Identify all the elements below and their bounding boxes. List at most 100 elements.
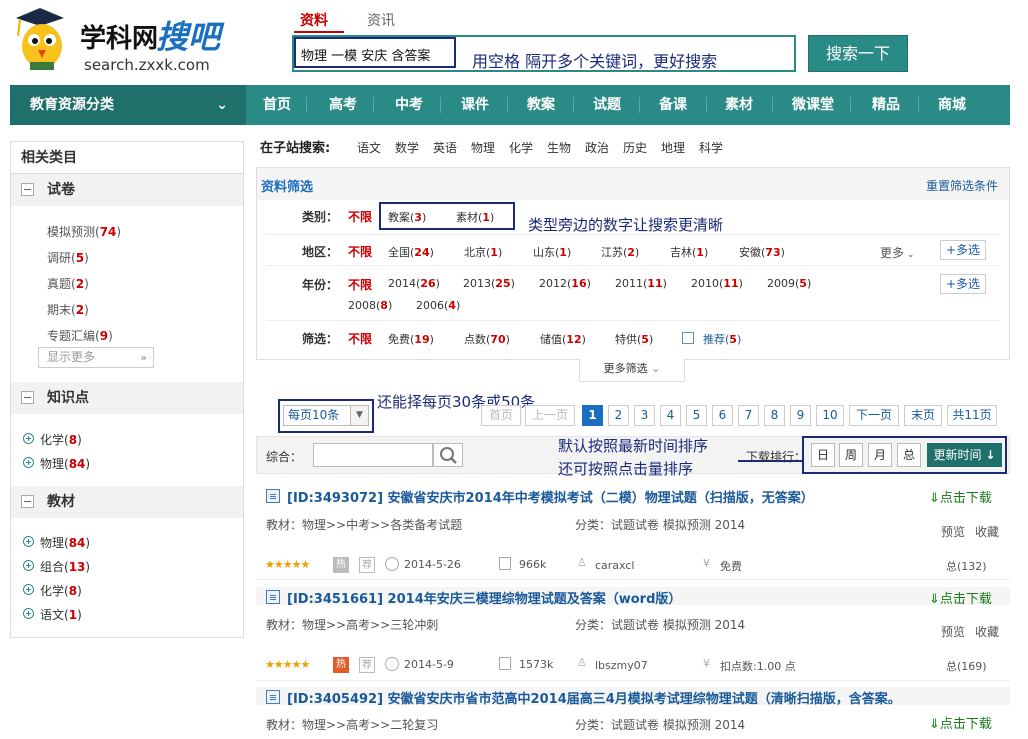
nav-item-courseware[interactable]: 课件	[450, 85, 500, 125]
multi-select-button[interactable]: +多选	[940, 274, 986, 294]
nav-item-home[interactable]: 首页	[252, 85, 302, 125]
filter-option[interactable]: 点数(70)	[464, 331, 510, 347]
collapse-icon[interactable]	[21, 495, 34, 508]
result-title-link[interactable]: [ID:3493072] 安徽省安庆市2014年中考模拟考试（二模）物理试题（扫…	[287, 487, 814, 506]
nav-item-mall[interactable]: 商城	[926, 85, 978, 125]
sort-month-button[interactable]: 月	[868, 443, 892, 467]
sidebar-item[interactable]: 物理(84)	[40, 534, 90, 551]
collapse-icon[interactable]	[21, 391, 34, 404]
preview-link[interactable]: 预览	[941, 523, 965, 540]
recommend-checkbox[interactable]	[682, 332, 694, 344]
filter-option[interactable]: 储值(12)	[540, 331, 586, 347]
sidebar-item[interactable]: 调研(5)	[47, 249, 89, 266]
page-button[interactable]: 2	[608, 405, 629, 426]
search-tab-news[interactable]: 资讯	[367, 10, 395, 30]
nav-item-featured[interactable]: 精品	[860, 85, 912, 125]
result-title-link[interactable]: [ID:3451661] 2014年安庆三模理综物理试题及答案（word版）	[287, 588, 681, 607]
subsite-link[interactable]: 物理	[471, 139, 495, 156]
nav-item-gaokao[interactable]: 高考	[318, 85, 368, 125]
filter-option[interactable]: 素材(1)	[456, 209, 494, 225]
next-page-button[interactable]: 下一页	[849, 405, 899, 426]
page-button[interactable]: 1	[582, 405, 603, 426]
more-filter-button[interactable]: 更多筛选 ⌄	[579, 358, 685, 382]
filter-option[interactable]: 2008(8)	[348, 299, 392, 312]
download-link[interactable]: ⇓点击下载	[929, 487, 992, 506]
download-link[interactable]: ⇓点击下载	[929, 588, 992, 607]
filter-option[interactable]: 2010(11)	[691, 277, 743, 290]
sidebar-group-textbook[interactable]: 教材	[11, 486, 243, 518]
show-more-button[interactable]: 显示更多 »	[38, 347, 154, 368]
preview-link[interactable]: 预览	[941, 623, 965, 640]
filter-option[interactable]: 2006(4)	[416, 299, 460, 312]
more-options-link[interactable]: 更多 ⌄	[880, 244, 914, 261]
nav-item-exams[interactable]: 试题	[582, 85, 632, 125]
expand-icon[interactable]	[23, 608, 34, 619]
nav-item-lesson-plan[interactable]: 教案	[516, 85, 566, 125]
expand-icon[interactable]	[23, 536, 34, 547]
filter-option[interactable]: 安徽(73)	[739, 244, 785, 260]
result-title-link[interactable]: [ID:3405492] 安徽省安庆市省市范高中2014届高三4月模拟考试理综物…	[287, 688, 947, 707]
sidebar-item[interactable]: 模拟预测(74)	[47, 223, 121, 240]
page-button[interactable]: 8	[764, 405, 785, 426]
last-page-button[interactable]: 末页	[904, 405, 942, 426]
subsite-link[interactable]: 科学	[699, 139, 723, 156]
nav-item-assets[interactable]: 素材	[714, 85, 764, 125]
subsite-link[interactable]: 地理	[661, 139, 685, 156]
favorite-link[interactable]: 收藏	[975, 523, 999, 540]
multi-select-button[interactable]: +多选	[940, 240, 986, 260]
sort-day-button[interactable]: 日	[811, 443, 835, 467]
logo[interactable]: 学科网 搜吧 search.zxxk.com	[10, 6, 250, 76]
sidebar-group-knowledge[interactable]: 知识点	[11, 382, 243, 414]
sidebar-item[interactable]: 物理(84)	[40, 455, 90, 472]
page-button[interactable]: 3	[634, 405, 655, 426]
sidebar-item[interactable]: 化学(8)	[40, 431, 82, 448]
sort-week-button[interactable]: 周	[839, 443, 863, 467]
sidebar-group-exam[interactable]: 试卷	[11, 174, 243, 206]
expand-icon[interactable]	[23, 457, 34, 468]
search-tab-materials[interactable]: 资料	[300, 10, 328, 30]
filter-option[interactable]: 山东(1)	[533, 244, 571, 260]
sidebar-item[interactable]: 期末(2)	[47, 301, 89, 318]
keyword-search-button[interactable]	[433, 443, 463, 467]
subsite-link[interactable]: 政治	[585, 139, 609, 156]
expand-icon[interactable]	[23, 584, 34, 595]
subsite-link[interactable]: 英语	[433, 139, 457, 156]
prev-page-button[interactable]: 上一页	[525, 405, 575, 426]
page-button[interactable]: 10	[816, 405, 844, 426]
keyword-input[interactable]	[313, 443, 433, 467]
expand-icon[interactable]	[23, 433, 34, 444]
subsite-link[interactable]: 历史	[623, 139, 647, 156]
filter-option[interactable]: 北京(1)	[464, 244, 502, 260]
expand-icon[interactable]	[23, 560, 34, 571]
subsite-link[interactable]: 生物	[547, 139, 571, 156]
download-link[interactable]: ⇓点击下载	[929, 713, 992, 732]
sidebar-item[interactable]: 真题(2)	[47, 275, 89, 292]
filter-option[interactable]: 2011(11)	[615, 277, 667, 290]
subsite-link[interactable]: 化学	[509, 139, 533, 156]
page-button[interactable]: 4	[660, 405, 681, 426]
page-button[interactable]: 7	[738, 405, 759, 426]
filter-option[interactable]: 江苏(2)	[601, 244, 639, 260]
page-button[interactable]: 6	[712, 405, 733, 426]
filter-option[interactable]: 推荐(5)	[703, 331, 741, 347]
filter-none[interactable]: 不限	[348, 330, 372, 347]
nav-item-micro-class[interactable]: 微课堂	[780, 85, 846, 125]
search-input[interactable]: 物理 一模 安庆 含答案	[294, 37, 456, 68]
sort-total-button[interactable]: 总	[897, 443, 921, 467]
nav-item-prep[interactable]: 备课	[648, 85, 698, 125]
collapse-icon[interactable]	[21, 183, 34, 196]
subsite-link[interactable]: 语文	[357, 139, 381, 156]
sidebar-item[interactable]: 化学(8)	[40, 582, 82, 599]
reset-filter-link[interactable]: 重置筛选条件	[926, 177, 998, 194]
filter-none[interactable]: 不限	[348, 243, 372, 260]
filter-none[interactable]: 不限	[348, 276, 372, 293]
favorite-link[interactable]: 收藏	[975, 623, 999, 640]
filter-option[interactable]: 2012(16)	[539, 277, 591, 290]
filter-option[interactable]: 2009(5)	[767, 277, 811, 290]
subsite-link[interactable]: 数学	[395, 139, 419, 156]
filter-option[interactable]: 2013(25)	[463, 277, 515, 290]
sidebar-item[interactable]: 语文(1)	[40, 606, 82, 623]
filter-option[interactable]: 吉林(1)	[670, 244, 708, 260]
filter-option[interactable]: 免费(19)	[388, 331, 434, 347]
per-page-select[interactable]: 每页10条 ▼	[283, 405, 369, 426]
